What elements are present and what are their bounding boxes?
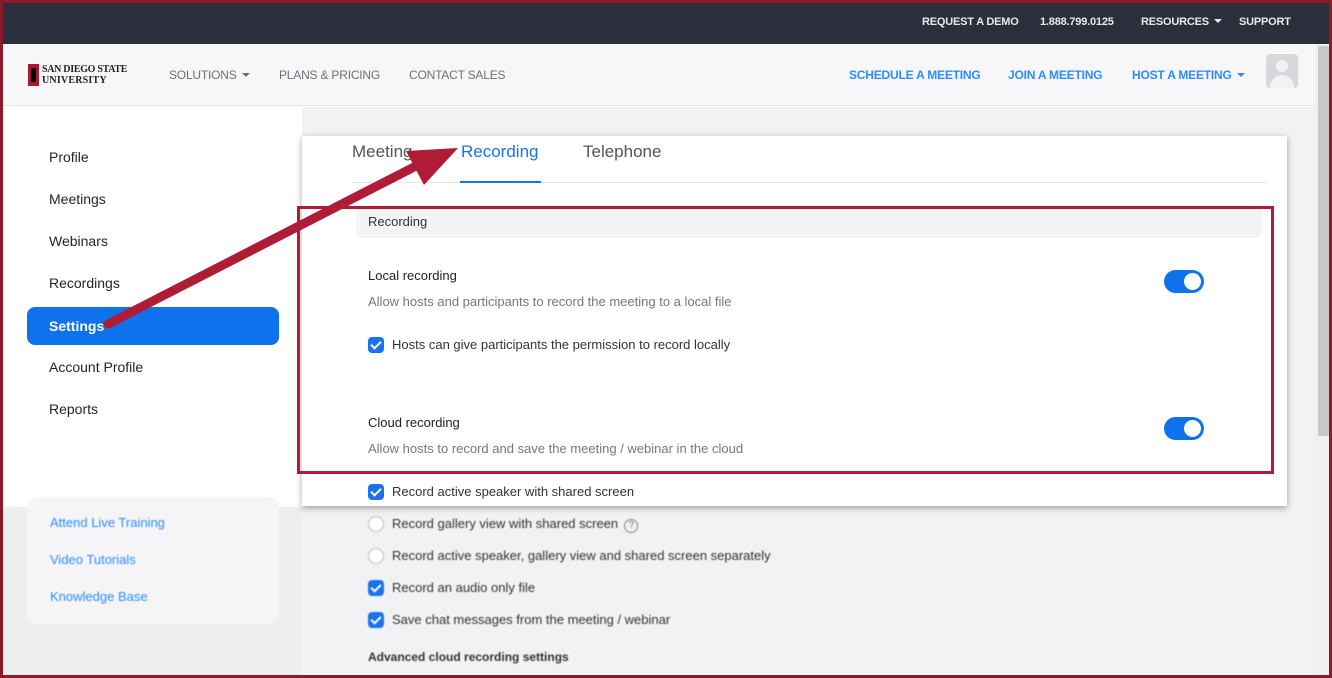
logo-seal-icon (28, 64, 39, 86)
help-links-card: Attend Live Training Video Tutorials Kno… (27, 497, 279, 624)
local-recording-title: Local recording (368, 268, 457, 283)
checkbox-checked[interactable] (368, 580, 384, 596)
chevron-down-icon (1213, 19, 1222, 23)
local-recording-description: Allow hosts and participants to record t… (368, 294, 732, 309)
cloud-option-label: Save chat messages from the meeting / we… (392, 612, 671, 627)
cloud-recording-description: Allow hosts to record and save the meeti… (368, 441, 744, 456)
sidebar-item-meetings[interactable]: Meetings (27, 180, 279, 218)
knowledge-base-link[interactable]: Knowledge Base (50, 589, 148, 604)
tab-telephone[interactable]: Telephone (583, 142, 661, 162)
plans-pricing-link[interactable]: PLANS & PRICING (279, 68, 380, 82)
tab-meeting[interactable]: Meeting (352, 142, 412, 162)
chevron-down-icon (1236, 73, 1245, 77)
cloud-option-label: Record gallery view with shared screen? (392, 516, 639, 533)
local-recording-toggle[interactable] (1164, 270, 1204, 293)
attend-live-training-link[interactable]: Attend Live Training (50, 515, 165, 530)
top-utility-bar: REQUEST A DEMO 1.888.799.0125 RESOURCES … (0, 0, 1332, 44)
sidebar-item-recordings[interactable]: Recordings (27, 264, 279, 302)
resources-label: RESOURCES (1141, 16, 1209, 28)
university-logo[interactable]: SAN DIEGO STATE UNIVERSITY (28, 64, 138, 88)
advanced-cloud-settings-title: Advanced cloud recording settings (368, 650, 569, 664)
cloud-recording-title: Cloud recording (368, 415, 460, 430)
logo-line-1: SAN DIEGO STATE (42, 64, 128, 75)
resources-menu[interactable]: RESOURCES (1141, 16, 1222, 28)
cloud-recording-toggle[interactable] (1164, 417, 1204, 440)
cloud-option-text: Record gallery view with shared screen (392, 516, 619, 531)
active-tab-indicator (460, 181, 541, 183)
logo-line-2: UNIVERSITY (42, 75, 107, 86)
support-link[interactable]: SUPPORT (1239, 16, 1291, 28)
recording-section-header: Recording (356, 207, 1262, 238)
tab-recording[interactable]: Recording (461, 142, 539, 162)
scrollbar-thumb[interactable] (1318, 46, 1329, 436)
solutions-menu[interactable]: SOLUTIONS (169, 68, 250, 82)
request-demo-link[interactable]: REQUEST A DEMO (922, 16, 1019, 28)
phone-number: 1.888.799.0125 (1040, 16, 1114, 28)
sidebar-item-reports[interactable]: Reports (27, 390, 279, 428)
host-meeting-label: HOST A MEETING (1132, 68, 1232, 82)
solutions-label: SOLUTIONS (169, 68, 237, 82)
sidebar-item-profile[interactable]: Profile (27, 138, 279, 176)
checkbox-unchecked[interactable] (368, 548, 384, 564)
cloud-option-label: Record an audio only file (392, 580, 536, 595)
help-icon[interactable]: ? (624, 519, 639, 533)
sidebar-item-account-profile[interactable]: Account Profile (27, 348, 279, 386)
checkbox-checked[interactable] (368, 612, 384, 628)
checkbox-checked[interactable] (368, 337, 384, 353)
video-tutorials-link[interactable]: Video Tutorials (50, 552, 136, 567)
contact-sales-link[interactable]: CONTACT SALES (409, 68, 506, 82)
cloud-option-label: Record active speaker with shared screen (392, 484, 635, 499)
checkbox-unchecked[interactable] (368, 516, 384, 532)
sidebar-item-settings[interactable]: Settings (27, 307, 279, 345)
cloud-option-label: Record active speaker, gallery view and … (392, 548, 771, 563)
page-scrollbar[interactable] (1315, 44, 1332, 678)
avatar[interactable] (1266, 54, 1298, 88)
chevron-down-icon (241, 73, 250, 77)
local-permission-label: Hosts can give participants the permissi… (392, 337, 731, 352)
sidebar-item-webinars[interactable]: Webinars (27, 222, 279, 260)
schedule-meeting-link[interactable]: SCHEDULE A MEETING (849, 68, 981, 82)
host-meeting-menu[interactable]: HOST A MEETING (1132, 68, 1245, 82)
main-nav: SAN DIEGO STATE UNIVERSITY SOLUTIONS PLA… (0, 44, 1315, 106)
checkbox-checked[interactable] (368, 484, 384, 500)
join-meeting-link[interactable]: JOIN A MEETING (1008, 68, 1103, 82)
